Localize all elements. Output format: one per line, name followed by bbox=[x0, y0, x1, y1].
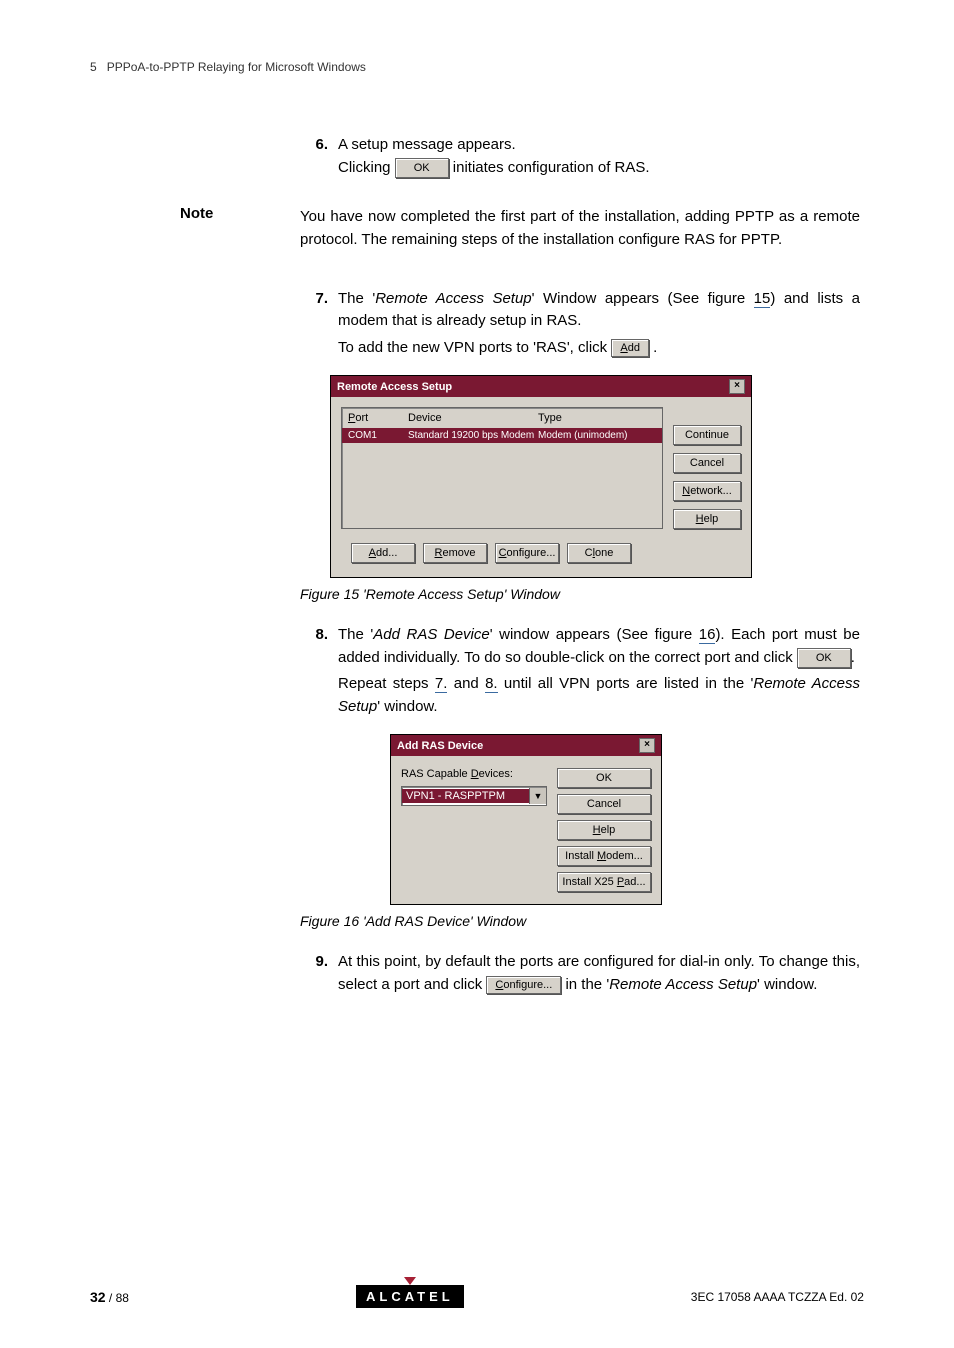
configure-button[interactable]: Configure... bbox=[486, 976, 561, 994]
ras-device-dropdown[interactable]: VPN1 - RASPPTPM ▼ bbox=[401, 786, 547, 806]
ok-button[interactable]: OK bbox=[557, 768, 651, 788]
help-button[interactable]: Help bbox=[557, 820, 651, 840]
ras-devices-label: RAS Capable Devices: bbox=[401, 768, 547, 780]
page-footer: 32 / 88 ALCATEL 3EC 17058 AAAA TCZZA Ed.… bbox=[90, 1285, 864, 1308]
cancel-button[interactable]: Cancel bbox=[557, 794, 651, 814]
clone-button[interactable]: Clone bbox=[567, 543, 631, 563]
step-num: 6. bbox=[300, 134, 328, 179]
dialog-titlebar: Remote Access Setup × bbox=[331, 376, 751, 397]
chapter-title: PPPoA-to-PPTP Relaying for Microsoft Win… bbox=[107, 60, 366, 74]
step-7-ref[interactable]: 7. bbox=[435, 675, 448, 693]
add-dialog-button[interactable]: Add... bbox=[351, 543, 415, 563]
network-button[interactable]: Network... bbox=[673, 481, 741, 501]
figure-16-link[interactable]: 16 bbox=[699, 626, 716, 644]
doc-reference: 3EC 17058 AAAA TCZZA Ed. 02 bbox=[691, 1290, 864, 1304]
page-header: 5 PPPoA-to-PPTP Relaying for Microsoft W… bbox=[90, 60, 864, 74]
dialog-titlebar: Add RAS Device × bbox=[391, 735, 661, 756]
cancel-button[interactable]: Cancel bbox=[673, 453, 741, 473]
add-ras-device-dialog: Add RAS Device × RAS Capable Devices: VP… bbox=[390, 734, 662, 905]
remove-button[interactable]: Remove bbox=[423, 543, 487, 563]
ok-button[interactable]: OK bbox=[395, 158, 449, 178]
figure-16-caption: Figure 16 'Add RAS Device' Window bbox=[300, 913, 860, 929]
help-button[interactable]: Help bbox=[673, 509, 741, 529]
step-8-ref[interactable]: 8. bbox=[485, 675, 498, 693]
install-x25-button[interactable]: Install X25 Pad... bbox=[557, 872, 651, 892]
step-num: 9. bbox=[300, 951, 328, 996]
configure-button[interactable]: Configure... bbox=[495, 543, 559, 563]
list-item[interactable]: COM1 Standard 19200 bps Modem Modem (uni… bbox=[342, 428, 662, 443]
note-label: Note bbox=[180, 205, 213, 222]
install-modem-button[interactable]: Install Modem... bbox=[557, 846, 651, 866]
step6-line2: Clicking OK initiates configuration of R… bbox=[338, 157, 860, 180]
figure-15-caption: Figure 15 'Remote Access Setup' Window bbox=[300, 586, 860, 602]
step-8: 8. The 'Add RAS Device' window appears (… bbox=[300, 624, 860, 718]
continue-button[interactable]: Continue bbox=[673, 425, 741, 445]
dialog-title-text: Add RAS Device bbox=[397, 740, 483, 752]
figure-15-link[interactable]: 15 bbox=[754, 290, 771, 308]
alcatel-logo: ALCATEL bbox=[356, 1285, 464, 1308]
dropdown-value: VPN1 - RASPPTPM bbox=[402, 789, 529, 803]
step-9: 9. At this point, by default the ports a… bbox=[300, 951, 860, 996]
ok-button[interactable]: OK bbox=[797, 648, 851, 668]
step-num: 8. bbox=[300, 624, 328, 718]
device-list[interactable]: Port Device Type COM1 Standard 19200 bps… bbox=[341, 407, 663, 529]
chapter-num: 5 bbox=[90, 60, 97, 74]
note-text: You have now completed the first part of… bbox=[300, 205, 860, 252]
step-7: 7. The 'Remote Access Setup' Window appe… bbox=[300, 288, 860, 360]
add-button[interactable]: Add bbox=[611, 339, 649, 357]
dialog-title-text: Remote Access Setup bbox=[337, 381, 452, 393]
chevron-down-icon[interactable]: ▼ bbox=[529, 788, 546, 804]
step-6: 6. A setup message appears. Clicking OK … bbox=[300, 134, 860, 179]
close-icon[interactable]: × bbox=[639, 738, 655, 753]
list-header: Port Device Type bbox=[342, 408, 662, 428]
remote-access-setup-dialog: Remote Access Setup × Port Device Type C… bbox=[330, 375, 752, 578]
step6-line1: A setup message appears. bbox=[338, 134, 860, 157]
page-number: 32 / 88 bbox=[90, 1289, 129, 1305]
step-num: 7. bbox=[300, 288, 328, 360]
close-icon[interactable]: × bbox=[729, 379, 745, 394]
